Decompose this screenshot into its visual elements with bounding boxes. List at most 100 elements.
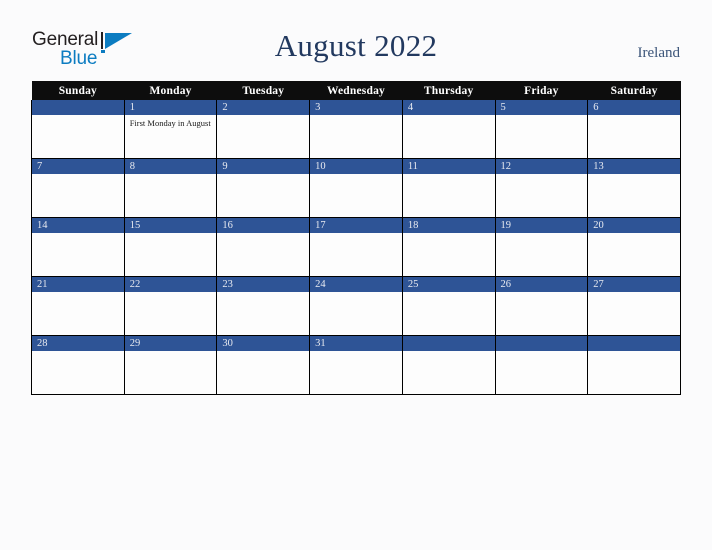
day-number: 28 <box>32 336 124 351</box>
day-number: 17 <box>310 218 402 233</box>
day-number: 20 <box>588 218 680 233</box>
calendar-empty-cell[interactable] <box>494 335 589 395</box>
day-number: 27 <box>588 277 680 292</box>
day-number: 16 <box>217 218 310 233</box>
day-number <box>588 336 680 351</box>
calendar-day-cell[interactable]: 7 <box>31 158 125 218</box>
day-number: 3 <box>310 100 402 115</box>
day-events <box>217 174 309 177</box>
calendar-day-cell[interactable]: 26 <box>494 276 589 336</box>
day-number: 19 <box>495 218 588 233</box>
day-number <box>495 336 588 351</box>
calendar-day-cell[interactable]: 30 <box>216 335 311 395</box>
calendar-day-cell[interactable]: 22 <box>123 276 218 336</box>
day-events <box>588 351 680 354</box>
calendar-day-cell[interactable]: 29 <box>123 335 218 395</box>
calendar-day-cell[interactable]: 9 <box>216 158 311 218</box>
calendar-day-cell[interactable]: 19 <box>494 217 589 277</box>
calendar-empty-cell[interactable] <box>587 335 681 395</box>
calendar-day-cell[interactable]: 14 <box>31 217 125 277</box>
calendar-day-cell[interactable]: 23 <box>216 276 311 336</box>
day-events <box>310 174 402 177</box>
day-number: 2 <box>217 100 310 115</box>
calendar-day-cell[interactable]: 15 <box>123 217 218 277</box>
day-events <box>217 351 309 354</box>
day-number: 26 <box>495 277 588 292</box>
calendar-week-row: 28 29 30 31 <box>31 335 681 395</box>
calendar-day-cell[interactable]: 21 <box>31 276 125 336</box>
calendar-page: General Blue August 2022 Ireland Sunday M… <box>0 0 712 550</box>
day-number: 5 <box>495 100 588 115</box>
day-events <box>496 233 588 236</box>
calendar-day-cell[interactable]: 24 <box>309 276 403 336</box>
calendar-day-cell[interactable]: 28 <box>31 335 125 395</box>
day-events: First Monday in August <box>125 115 217 129</box>
calendar-body: 1 First Monday in August 2 3 4 5 6 7 8 9 10 11 12 13 1… <box>31 100 681 395</box>
day-number: 6 <box>588 100 680 115</box>
event-label: First Monday in August <box>129 118 211 128</box>
country-label: Ireland <box>637 45 680 61</box>
day-number: 13 <box>588 159 680 174</box>
calendar-day-cell[interactable]: 16 <box>216 217 311 277</box>
day-events <box>32 351 124 354</box>
calendar-day-cell[interactable]: 25 <box>401 276 496 336</box>
day-number: 22 <box>124 277 217 292</box>
day-events <box>217 292 309 295</box>
day-events <box>403 233 495 236</box>
day-events <box>310 292 402 295</box>
day-number: 29 <box>124 336 217 351</box>
day-events <box>496 115 588 118</box>
calendar-day-cell[interactable]: 1 First Monday in August <box>123 100 218 159</box>
calendar-day-cell[interactable]: 11 <box>401 158 496 218</box>
calendar-week-row: 21 22 23 24 25 26 27 <box>31 276 681 336</box>
day-events <box>125 174 217 177</box>
calendar-day-cell[interactable]: 27 <box>587 276 681 336</box>
day-number: 9 <box>217 159 310 174</box>
calendar-day-cell[interactable]: 20 <box>587 217 681 277</box>
calendar-day-cell[interactable]: 4 <box>401 100 496 159</box>
weekday-header-thursday: Thursday <box>402 81 496 100</box>
day-events <box>496 174 588 177</box>
calendar-day-cell[interactable]: 31 <box>309 335 403 395</box>
day-number: 25 <box>402 277 495 292</box>
day-events <box>125 233 217 236</box>
day-events <box>32 233 124 236</box>
day-number <box>32 100 124 115</box>
day-number: 8 <box>124 159 217 174</box>
day-events <box>588 292 680 295</box>
weekday-header-monday: Monday <box>124 81 217 100</box>
month-calendar-grid: Sunday Monday Tuesday Wednesday Thursday Frid… <box>31 81 681 395</box>
calendar-day-cell[interactable]: 2 <box>216 100 311 159</box>
calendar-day-cell[interactable]: 12 <box>494 158 589 218</box>
day-events <box>310 233 402 236</box>
weekday-header-sunday: Sunday <box>31 81 125 100</box>
calendar-week-row: 7 8 9 10 11 12 13 <box>31 158 681 218</box>
day-events <box>496 351 588 354</box>
weekday-header-tuesday: Tuesday <box>216 81 310 100</box>
calendar-day-cell[interactable]: 5 <box>494 100 589 159</box>
calendar-day-cell[interactable]: 18 <box>401 217 496 277</box>
calendar-empty-cell[interactable] <box>31 100 125 159</box>
calendar-day-cell[interactable]: 6 <box>587 100 681 159</box>
weekday-header-wednesday: Wednesday <box>309 81 403 100</box>
calendar-day-cell[interactable]: 17 <box>309 217 403 277</box>
day-events <box>310 351 402 354</box>
day-events <box>32 115 124 118</box>
day-events <box>310 115 402 118</box>
day-number: 1 <box>124 100 217 115</box>
day-number: 14 <box>32 218 124 233</box>
weekday-header-saturday: Saturday <box>587 81 681 100</box>
day-number: 7 <box>32 159 124 174</box>
calendar-day-cell[interactable]: 13 <box>587 158 681 218</box>
weekday-header-friday: Friday <box>495 81 588 100</box>
day-number: 12 <box>495 159 588 174</box>
day-events <box>32 292 124 295</box>
calendar-day-cell[interactable]: 3 <box>309 100 403 159</box>
day-events <box>217 115 309 118</box>
day-events <box>496 292 588 295</box>
day-events <box>588 115 680 118</box>
calendar-day-cell[interactable]: 8 <box>123 158 218 218</box>
day-number: 23 <box>217 277 310 292</box>
calendar-day-cell[interactable]: 10 <box>309 158 403 218</box>
calendar-empty-cell[interactable] <box>401 335 496 395</box>
